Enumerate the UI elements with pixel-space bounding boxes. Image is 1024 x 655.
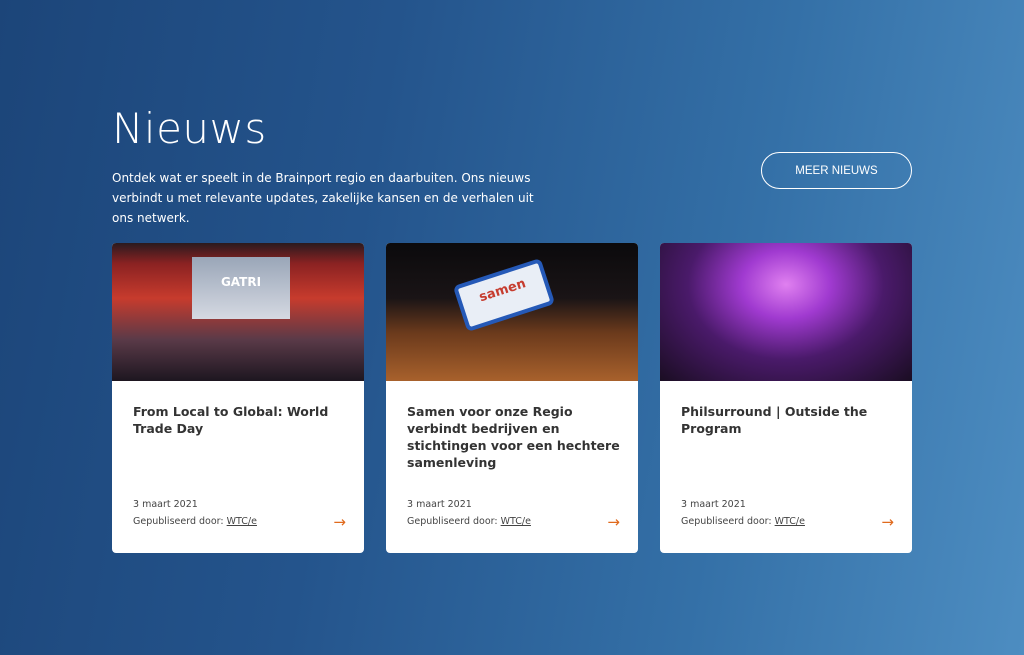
published-label: Gepubliseerd door: [407, 516, 498, 527]
author-link[interactable]: WTC/e [227, 516, 257, 527]
author-link[interactable]: WTC/e [775, 516, 805, 527]
news-image: GATRI [112, 243, 364, 381]
author-link[interactable]: WTC/e [501, 516, 531, 527]
published-label: Gepubliseerd door: [681, 516, 772, 527]
page-title: Nieuws [112, 104, 267, 153]
news-card[interactable]: Philsurround | Outside the Program 3 maa… [660, 243, 912, 553]
news-image [660, 243, 912, 381]
news-card[interactable]: samen Samen voor onze Regio verbindt bed… [386, 243, 638, 553]
news-image: samen [386, 243, 638, 381]
stage-screen: GATRI [192, 257, 290, 319]
news-card[interactable]: GATRI From Local to Global: World Trade … [112, 243, 364, 553]
news-date: 3 maart 2021 [407, 499, 472, 510]
news-date: 3 maart 2021 [133, 499, 198, 510]
published-by: Gepubliseerd door: WTC/e [681, 516, 805, 527]
news-date: 3 maart 2021 [681, 499, 746, 510]
published-by: Gepubliseerd door: WTC/e [407, 516, 531, 527]
more-news-button[interactable]: MEER NIEUWS [761, 152, 912, 189]
arrow-right-icon[interactable]: → [607, 513, 620, 531]
published-label: Gepubliseerd door: [133, 516, 224, 527]
intro-text: Ontdek wat er speelt in de Brainport reg… [112, 171, 534, 225]
news-title[interactable]: From Local to Global: World Trade Day [133, 403, 348, 437]
news-title[interactable]: Samen voor onze Regio verbindt bedrijven… [407, 403, 622, 471]
arrow-right-icon[interactable]: → [881, 513, 894, 531]
news-title[interactable]: Philsurround | Outside the Program [681, 403, 896, 437]
published-by: Gepubliseerd door: WTC/e [133, 516, 257, 527]
sign-text: samen [452, 257, 556, 333]
arrow-right-icon[interactable]: → [333, 513, 346, 531]
